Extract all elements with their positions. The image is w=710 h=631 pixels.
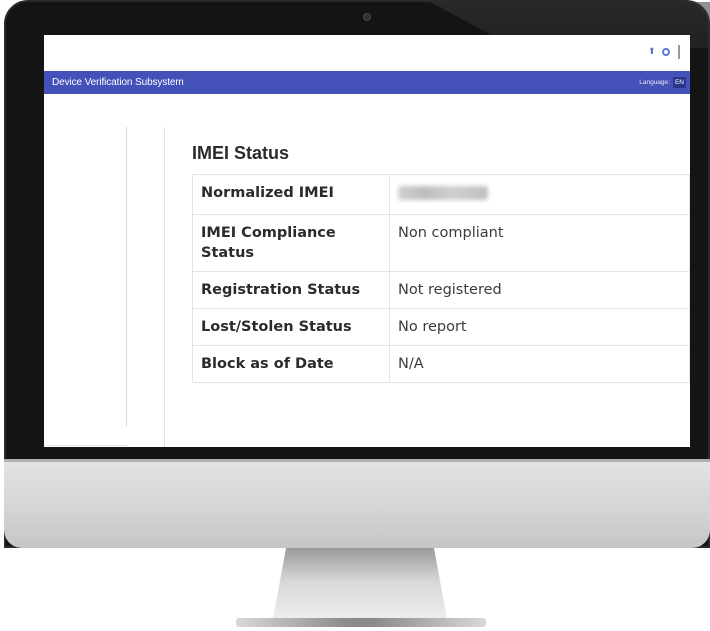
navbar: Device Verification Subsystem Language: … [44, 71, 690, 94]
bottom-rule [44, 445, 128, 446]
page-title: IMEI Status [192, 143, 290, 163]
row-value: Not registered [389, 271, 690, 309]
row-label: Registration Status [192, 271, 390, 309]
row-label: Block as of Date [192, 345, 390, 383]
table-row: Normalized IMEI [192, 174, 690, 215]
gear-icon[interactable] [662, 48, 670, 56]
sidebar-divider [126, 127, 127, 427]
brand-title[interactable]: Device Verification Subsystem [52, 77, 184, 88]
monitor-chin [4, 462, 710, 548]
language-selector[interactable]: Language: EN [639, 77, 686, 88]
row-label: IMEI Compliance Status [192, 214, 390, 272]
language-badge[interactable]: EN [672, 77, 686, 88]
redacted-imei [398, 186, 488, 200]
row-value: No report [389, 308, 690, 346]
top-strip: ⬆ [44, 35, 690, 71]
imei-status-table: Normalized IMEI IMEI Compliance Status N… [192, 174, 690, 383]
top-icons: ⬆ [648, 45, 680, 59]
row-value: Non compliant [389, 214, 690, 272]
content-divider [164, 127, 165, 447]
table-row: Registration Status Not registered [192, 271, 690, 309]
imei-status-panel: IMEI Status Normalized IMEI IMEI Complia… [192, 143, 690, 383]
normalized-imei-value [389, 174, 690, 215]
row-label: Normalized IMEI [192, 174, 390, 215]
monitor-stand [272, 548, 448, 624]
stand-base [236, 618, 486, 627]
user-icon[interactable]: ⬆ [648, 47, 656, 57]
table-row: IMEI Compliance Status Non compliant [192, 214, 690, 272]
row-value: N/A [389, 345, 690, 383]
row-label: Lost/Stolen Status [192, 308, 390, 346]
table-row: Lost/Stolen Status No report [192, 308, 690, 346]
table-row: Block as of Date N/A [192, 345, 690, 383]
language-label: Language: [639, 79, 670, 86]
divider [678, 45, 680, 59]
camera-icon [363, 13, 371, 21]
screen: ⬆ Device Verification Subsystem Language… [44, 35, 690, 447]
